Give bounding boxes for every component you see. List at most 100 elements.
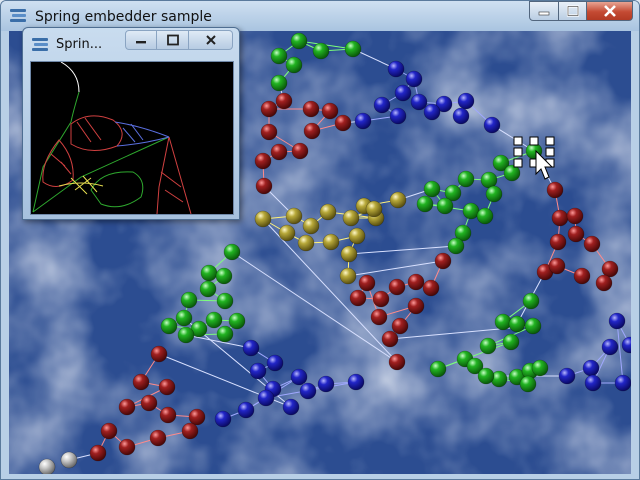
graph-node[interactable] [348,227,366,245]
graph-node[interactable] [160,317,178,335]
graph-node[interactable] [254,210,272,228]
graph-node[interactable] [477,367,495,385]
graph-node[interactable] [373,96,391,114]
graph-node[interactable] [118,438,136,456]
graph-node[interactable] [199,280,217,298]
graph-node[interactable] [312,42,330,60]
graph-node[interactable] [365,200,383,218]
graph-node[interactable] [434,252,452,270]
graph-node[interactable] [508,315,526,333]
graph-node[interactable] [485,185,503,203]
close-button[interactable] [587,1,633,21]
graph-node[interactable] [255,177,273,195]
graph-node[interactable] [601,338,619,356]
graph-node[interactable] [340,245,358,263]
graph-node[interactable] [494,313,512,331]
graph-node[interactable] [188,408,206,426]
overview-titlebar[interactable]: Sprin... [23,28,239,58]
graph-node[interactable] [297,234,315,252]
graph-node[interactable] [100,422,118,440]
graph-node[interactable] [549,233,567,251]
graph-node[interactable] [483,116,501,134]
graph-node[interactable] [290,368,308,386]
graph-node[interactable] [181,422,199,440]
graph-node[interactable] [358,274,376,292]
graph-node[interactable] [582,359,600,377]
graph-node[interactable] [285,207,303,225]
graph-node[interactable] [290,32,308,50]
graph-node[interactable] [573,267,591,285]
overview-maximize-button[interactable] [157,30,189,50]
graph-node[interactable] [266,354,284,372]
graph-node[interactable] [394,84,412,102]
graph-node[interactable] [257,389,275,407]
minimize-button[interactable] [529,1,559,21]
overview-minimize-button[interactable] [125,30,157,50]
graph-node[interactable] [260,100,278,118]
graph-node[interactable] [349,289,367,307]
graph-node[interactable] [322,233,340,251]
graph-node[interactable] [567,225,585,243]
graph-node[interactable] [347,373,365,391]
graph-node[interactable] [140,394,158,412]
graph-node[interactable] [551,209,569,227]
graph-node[interactable] [372,290,390,308]
graph-node[interactable] [285,56,303,74]
graph-node[interactable] [216,292,234,310]
graph-node[interactable] [457,170,475,188]
graph-node[interactable] [180,291,198,309]
graph-node[interactable] [410,93,428,111]
graph-node[interactable] [407,273,425,291]
graph-node[interactable] [388,353,406,371]
graph-node[interactable] [423,103,441,121]
graph-node[interactable] [342,209,360,227]
graph-node[interactable] [319,203,337,221]
graph-node[interactable] [302,217,320,235]
graph-node[interactable] [334,114,352,132]
graph-node[interactable] [317,375,335,393]
graph-node[interactable] [519,375,537,393]
graph-node[interactable] [566,207,584,225]
graph-node[interactable] [149,429,167,447]
graph-node[interactable] [389,107,407,125]
maximize-button[interactable] [559,1,587,21]
graph-node[interactable] [436,197,454,215]
graph-node[interactable] [429,360,447,378]
graph-node[interactable] [303,122,321,140]
graph-node[interactable] [215,267,233,285]
graph-node[interactable] [614,374,631,392]
overview-window[interactable]: Sprin... [22,27,240,220]
graph-node[interactable] [302,100,320,118]
graph-node[interactable] [595,274,613,292]
graph-node[interactable] [381,330,399,348]
graph-node[interactable] [89,444,107,462]
graph-node[interactable] [558,367,576,385]
graph-node[interactable] [416,195,434,213]
graph-node[interactable] [479,337,497,355]
graph-node[interactable] [249,362,267,380]
graph-node[interactable] [601,260,619,278]
graph-node[interactable] [522,292,540,310]
graph-node[interactable] [118,398,136,416]
graph-node[interactable] [150,345,168,363]
graph-node[interactable] [422,279,440,297]
graph-node[interactable] [237,401,255,419]
graph-node[interactable] [476,207,494,225]
overview-close-button[interactable] [189,30,233,50]
graph-node[interactable] [228,312,246,330]
graph-node[interactable] [270,47,288,65]
graph-node[interactable] [457,92,475,110]
graph-node[interactable] [299,382,317,400]
graph-node[interactable] [462,202,480,220]
graph-node[interactable] [608,312,626,330]
graph-node[interactable] [132,373,150,391]
graph-node[interactable] [389,191,407,209]
graph-node[interactable] [344,40,362,58]
graph-node[interactable] [38,458,56,474]
graph-node[interactable] [354,112,372,130]
graph-node[interactable] [260,123,278,141]
graph-node[interactable] [282,398,300,416]
graph-node[interactable] [407,297,425,315]
graph-node[interactable] [480,171,498,189]
graph-node[interactable] [531,359,549,377]
